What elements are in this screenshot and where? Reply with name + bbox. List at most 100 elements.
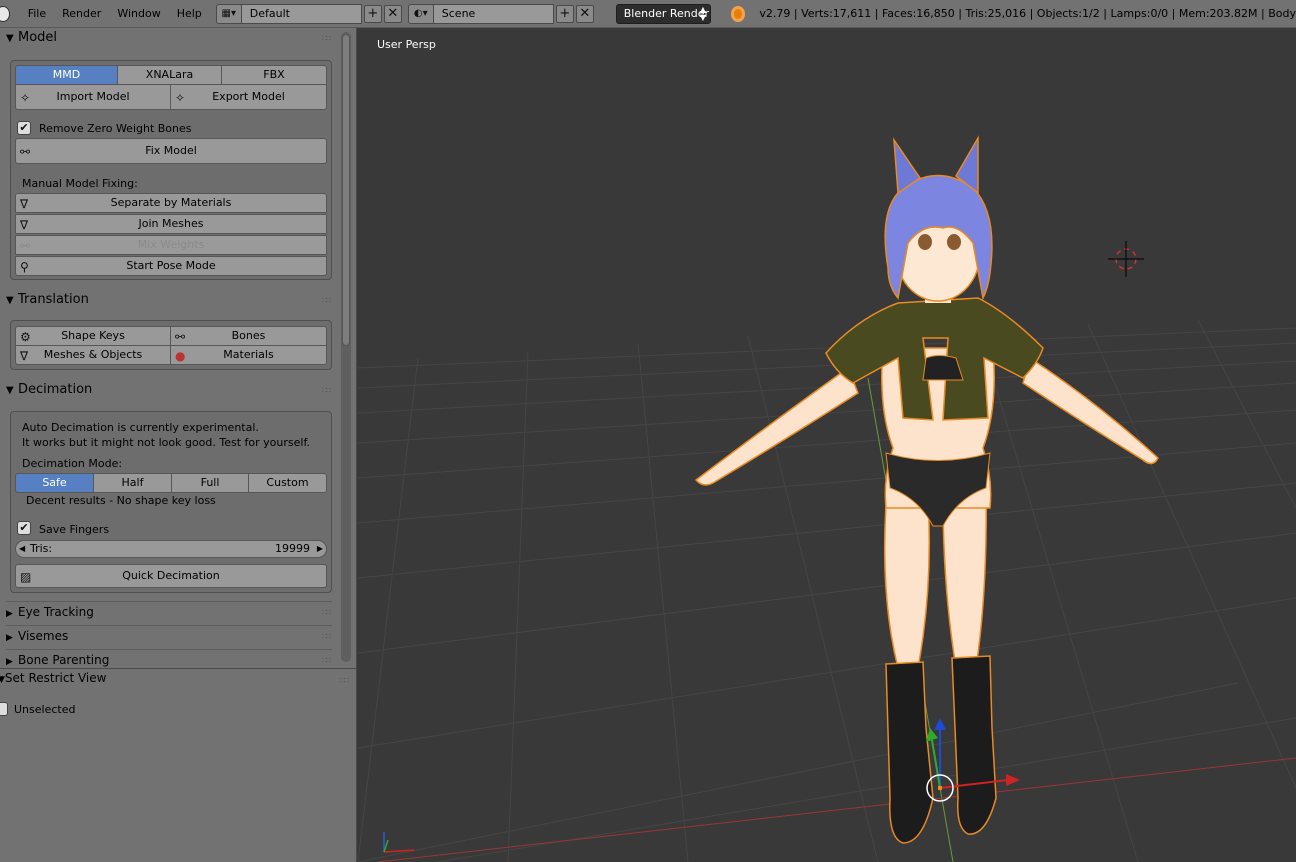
bones-label: Bones [231,329,266,342]
mode-safe-button[interactable]: Safe [15,473,94,493]
collapsed-triangle-icon: ▶ [6,633,13,643]
view-axes-icon [383,832,415,853]
increment-arrow-icon[interactable]: ▶ [317,541,323,557]
panel-title-decimation: Decimation [18,382,93,397]
drag-grip-icon[interactable]: ∷∷ [322,632,331,641]
remove-zero-weight-checkbox[interactable]: ✔ [17,121,31,135]
delete-scene-button[interactable]: ✕ [575,4,594,23]
viewport-canvas [358,135,1296,862]
fix-model-button[interactable]: ⚯ Fix Model [15,138,327,164]
operator-redo-panel: ▼Set Restrict View ∷∷ Unselected [0,668,357,862]
3d-viewport[interactable]: User Persp [358,28,1296,862]
tris-number-field[interactable]: ◀ Tris: 19999 ▶ [15,540,327,558]
panel-header-eye-tracking[interactable]: ▶ Eye Tracking ∷∷ [6,601,332,623]
layout-name-field[interactable]: Default [241,3,362,24]
panel-header-model[interactable]: ▼ Model ∷∷ [6,30,332,52]
translate-shape-keys-button[interactable]: ⚙ Shape Keys [15,326,171,346]
mix-weights-button[interactable]: ⚯ Mix Weights [15,235,327,255]
expanded-triangle-icon: ▼ [6,385,14,396]
panel-title-eye-tracking: Eye Tracking [18,605,94,619]
drag-grip-icon[interactable]: ∷∷ [322,34,331,43]
panel-header-translation[interactable]: ▼ Translation ∷∷ [6,292,332,314]
quick-decimation-button[interactable]: ▨ Quick Decimation [15,564,327,588]
panel-scrollbar[interactable] [341,32,351,662]
scene-icon[interactable]: ◐▾ [407,3,434,24]
character-model[interactable] [694,135,1159,844]
drag-grip-icon[interactable]: ∷∷ [322,386,331,395]
scene-selector: ◐▾ Scene + ✕ [407,3,594,24]
drag-grip-icon[interactable]: ∷∷ [322,656,331,665]
decimation-info-line-1: Auto Decimation is currently experimenta… [22,421,259,434]
translate-materials-button[interactable]: ● Materials [170,345,327,365]
separate-materials-button[interactable]: ∇ Separate by Materials [15,193,327,213]
save-fingers-checkbox[interactable]: ✔ [17,521,31,535]
blender-logo-icon [731,5,746,22]
drag-grip-icon[interactable]: ∷∷ [322,296,331,305]
model-box: MMD XNALara FBX ✧ Import Model ✧ Export Mo… [10,60,332,280]
render-engine-select[interactable]: Blender Render ▲ ▼ [615,3,712,24]
mode-custom-button[interactable]: Custom [248,473,327,493]
decrement-arrow-icon[interactable]: ◀ [19,541,25,557]
editor-type-icon[interactable] [0,5,10,22]
save-fingers-label: Save Fingers [39,523,110,536]
tab-mmd[interactable]: MMD [15,65,118,85]
panel-header-decimation[interactable]: ▼ Decimation ∷∷ [6,382,332,404]
mod-decimate-icon: ▨ [20,570,32,584]
delete-layout-button[interactable]: ✕ [383,4,402,23]
shape-keys-label: Shape Keys [61,329,125,342]
import-model-label: Import Model [56,90,130,103]
tab-fbx[interactable]: FBX [221,65,327,85]
add-scene-button[interactable]: + [555,4,574,23]
separate-materials-label: Separate by Materials [110,196,232,209]
mix-weights-label: Mix Weights [137,238,205,251]
layout-grid-icon[interactable]: ▦▾ [215,3,242,24]
panel-title-translation: Translation [18,292,89,307]
scrollbar-thumb[interactable] [342,34,350,346]
export-model-button[interactable]: ✧ Export Model [170,84,327,110]
panel-title-bone-parenting: Bone Parenting [18,653,110,667]
updown-arrow-icon: ▲ ▼ [699,4,707,22]
translate-bones-button[interactable]: ⚯ Bones [170,326,327,346]
panel-header-bone-parenting[interactable]: ▶ Bone Parenting ∷∷ [6,649,332,668]
shape-key-icon: ⚙ [20,330,31,344]
menu-file[interactable]: File [20,0,54,28]
menu-render[interactable]: Render [54,0,109,28]
scene-statistics: v2.79 | Verts:17,611 | Faces:16,850 | Tr… [759,7,1296,20]
export-model-label: Export Model [212,90,285,103]
expanded-triangle-icon: ▼ [6,295,14,306]
meshes-objects-label: Meshes & Objects [43,348,143,361]
add-layout-button[interactable]: + [363,4,382,23]
top-header-bar: File Render Window Help ▦▾ Default + ✕ ◐… [0,0,1296,28]
menu-help[interactable]: Help [169,0,210,28]
mode-half-button[interactable]: Half [93,473,172,493]
start-pose-mode-button[interactable]: ⚲ Start Pose Mode [15,256,327,276]
bone-icon: ⚯ [20,239,31,253]
unselected-checkbox[interactable] [0,702,8,716]
mode-description: Decent results - No shape key loss [26,494,216,507]
operator-header[interactable]: ▼Set Restrict View [0,671,106,685]
drag-grip-icon[interactable]: ∷∷ [322,608,331,617]
tris-label: Tris: [30,542,53,555]
3d-cursor-icon[interactable] [1108,241,1144,277]
tool-shelf-panel: ▼ Model ∷∷ MMD XNALara FBX ✧ Import Model … [0,28,357,668]
scene-name-field[interactable]: Scene [433,3,554,24]
bone-icon: ⚯ [20,145,31,159]
mode-full-button[interactable]: Full [171,473,249,493]
mesh-icon: ∇ [20,218,29,232]
start-pose-mode-label: Start Pose Mode [126,259,216,272]
tab-xnalara[interactable]: XNALara [117,65,222,85]
decimation-info-line-2: It works but it might not look good. Tes… [22,436,311,449]
translate-meshes-button[interactable]: ∇ Meshes & Objects [15,345,171,365]
panel-header-visemes[interactable]: ▶ Visemes ∷∷ [6,625,332,647]
drag-grip-icon[interactable]: ∷∷ [340,676,349,685]
menu-window[interactable]: Window [109,0,168,28]
layout-selector: ▦▾ Default + ✕ [215,3,402,24]
join-meshes-button[interactable]: ∇ Join Meshes [15,214,327,234]
collapsed-triangle-icon: ▶ [6,657,13,667]
collapsed-triangle-icon: ▶ [6,609,13,619]
render-engine-label: Blender Render [623,6,710,20]
armature-icon: ✧ [20,91,31,105]
mesh-icon: ∇ [20,349,29,363]
import-model-button[interactable]: ✧ Import Model [15,84,171,110]
x-axis-line [377,757,1296,862]
